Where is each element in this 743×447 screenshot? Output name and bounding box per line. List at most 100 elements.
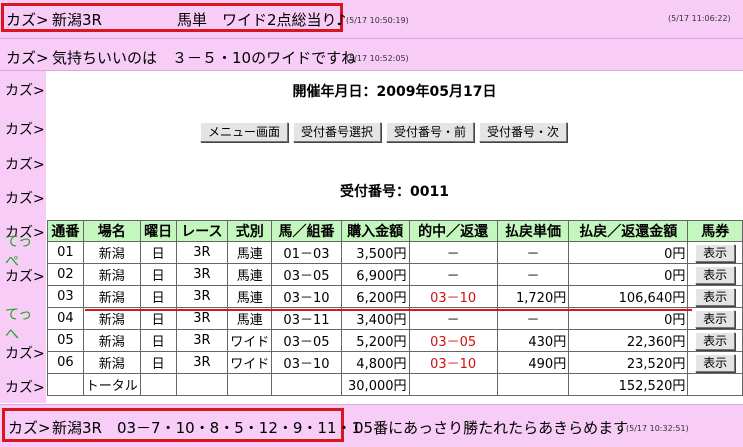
cell-unit-payout: －	[496, 263, 570, 286]
chat-author-left: カズ>	[5, 346, 45, 362]
cell-unit-payout: 490円	[496, 351, 570, 374]
chat-author: カズ>	[8, 419, 51, 437]
chat-author: カズ>	[6, 11, 49, 29]
chat-row-second: カズ> 気持ちいいのは ３－５・10のワイドですね (5/17 10:52:05…	[0, 39, 743, 71]
chat-author-left: カズ>	[5, 157, 45, 173]
show-ticket-button[interactable]: 表示	[695, 287, 736, 306]
cell-race: 3R	[175, 241, 229, 264]
chat-author: カズ>	[6, 49, 49, 67]
chat-author-left: てっへ	[5, 307, 33, 343]
hit-underline	[85, 309, 692, 311]
cell-ticket: 表示	[687, 307, 743, 330]
cell-payout: 0円	[568, 241, 689, 264]
cell-hit: 03－05	[408, 329, 498, 352]
cell-empty	[496, 373, 570, 396]
table-row: 06 新潟 日 3R ワイド 03－10 4,800円 03－10 490円 2…	[47, 351, 743, 374]
chat-author-left: カズ>	[5, 380, 45, 396]
cell-race: 3R	[175, 329, 229, 352]
cell-unit-payout: 1,720円	[496, 285, 570, 308]
show-ticket-button[interactable]: 表示	[695, 331, 736, 350]
column-header: 払戻単価	[496, 220, 570, 242]
cell-serial: 05	[47, 329, 84, 352]
results-table: 通番 場名 曜日 レース 式別 馬／組番 購入金額 的中／返還 払戻単価 払戻／…	[47, 220, 743, 396]
cell-serial: 03	[47, 285, 84, 308]
select-receipt-button[interactable]: 受付番号選択	[293, 122, 382, 142]
menu-button[interactable]: メニュー画面	[200, 122, 289, 142]
cell-combo: 03－10	[271, 351, 342, 374]
cell-ticket: 表示	[687, 351, 743, 374]
cell-day: 日	[139, 329, 177, 352]
show-ticket-button[interactable]: 表示	[695, 265, 736, 284]
cell-payout: 22,360円	[568, 329, 689, 352]
chat-message: 新潟3R 馬単 ワイド2点総当り♪	[52, 11, 347, 29]
cell-bet-type: ワイド	[227, 329, 273, 352]
cell-day: 日	[139, 351, 177, 374]
receipt-title: 受付番号：0011	[340, 184, 449, 200]
table-header-row: 通番 場名 曜日 レース 式別 馬／組番 購入金額 的中／返還 払戻単価 払戻／…	[47, 220, 743, 242]
cell-payout: 0円	[568, 263, 689, 286]
column-header: 払戻／返還金額	[568, 220, 689, 242]
cell-empty	[687, 373, 743, 396]
cell-serial: 04	[47, 307, 84, 330]
chat-timestamp: (5/17 10:52:05)	[346, 54, 409, 63]
nav-buttons: メニュー画面 受付番号選択 受付番号・前 受付番号・次	[200, 122, 568, 142]
cell-hit: 03－10	[408, 285, 498, 308]
cell-ticket: 表示	[687, 329, 743, 352]
cell-combo: 01－03	[271, 241, 342, 264]
cell-purchase: 5,200円	[340, 329, 410, 352]
chat-row-bottom: カズ> 新潟3R 03－7・10・8・5・12・9・11・1 05番にあっさり勝…	[0, 404, 743, 447]
cell-day: 日	[139, 285, 177, 308]
cell-venue: 新潟	[82, 241, 141, 264]
chat-left-column: カズ> カズ> カズ> カズ> カズ> てっぺ カズ> てっへ カズ> カズ>	[0, 71, 46, 403]
cell-purchase: 3,500円	[340, 241, 410, 264]
date-title: 開催年月日：2009年05月17日	[292, 84, 497, 100]
chat-message: 新潟3R 03－7・10・8・5・12・9・11・1	[52, 419, 362, 437]
cell-serial: 06	[47, 351, 84, 374]
cell-unit-payout: －	[496, 241, 570, 264]
cell-hit: 03－10	[408, 351, 498, 374]
cell-unit-payout: 430円	[496, 329, 570, 352]
cell-serial: 01	[47, 241, 84, 264]
cell-hit: －	[408, 263, 498, 286]
column-header: 的中／返還	[408, 220, 498, 242]
cell-purchase: 4,800円	[340, 351, 410, 374]
column-header: 通番	[47, 220, 84, 242]
cell-bet-type: 馬連	[227, 285, 273, 308]
cell-day: 日	[139, 241, 177, 264]
cell-day: 日	[139, 263, 177, 286]
prev-receipt-button[interactable]: 受付番号・前	[386, 122, 475, 142]
show-ticket-button[interactable]: 表示	[695, 243, 736, 262]
chat-author-left: カズ>	[5, 122, 45, 138]
chat-message: 気持ちいいのは ３－５・10のワイドですね	[52, 49, 357, 67]
chat-timestamp-right: (5/17 11:06:22)	[668, 14, 731, 23]
cell-race: 3R	[175, 351, 229, 374]
show-ticket-button[interactable]: 表示	[695, 309, 736, 328]
chat-timestamp: (5/17 10:50:19)	[346, 16, 409, 25]
cell-race: 3R	[175, 263, 229, 286]
total-row: トータル 30,000円 152,520円	[47, 373, 743, 396]
cell-payout: 23,520円	[568, 351, 689, 374]
column-header: 場名	[82, 220, 141, 242]
cell-bet-type: 馬連	[227, 263, 273, 286]
cell-empty	[139, 373, 177, 396]
cell-combo: 03－10	[271, 285, 342, 308]
cell-serial: 02	[47, 263, 84, 286]
cell-venue: 新潟	[82, 285, 141, 308]
cell-empty	[408, 373, 498, 396]
cell-venue: 新潟	[82, 329, 141, 352]
show-ticket-button[interactable]: 表示	[695, 353, 736, 372]
column-header: 購入金額	[340, 220, 410, 242]
cell-empty	[227, 373, 273, 396]
cell-empty	[175, 373, 229, 396]
chat-author-left: てっぺ	[5, 234, 33, 270]
cell-hit: －	[408, 241, 498, 264]
next-receipt-button[interactable]: 受付番号・次	[479, 122, 568, 142]
column-header: 馬券	[687, 220, 743, 242]
cell-race: 3R	[175, 285, 229, 308]
total-payout: 152,520円	[568, 373, 689, 396]
table-row: 02 新潟 日 3R 馬連 03－05 6,900円 － － 0円 表示	[47, 263, 743, 286]
table-row: 05 新潟 日 3R ワイド 03－05 5,200円 03－05 430円 2…	[47, 329, 743, 352]
chat-author-left: カズ>	[5, 191, 45, 207]
cell-ticket: 表示	[687, 285, 743, 308]
cell-purchase: 6,200円	[340, 285, 410, 308]
